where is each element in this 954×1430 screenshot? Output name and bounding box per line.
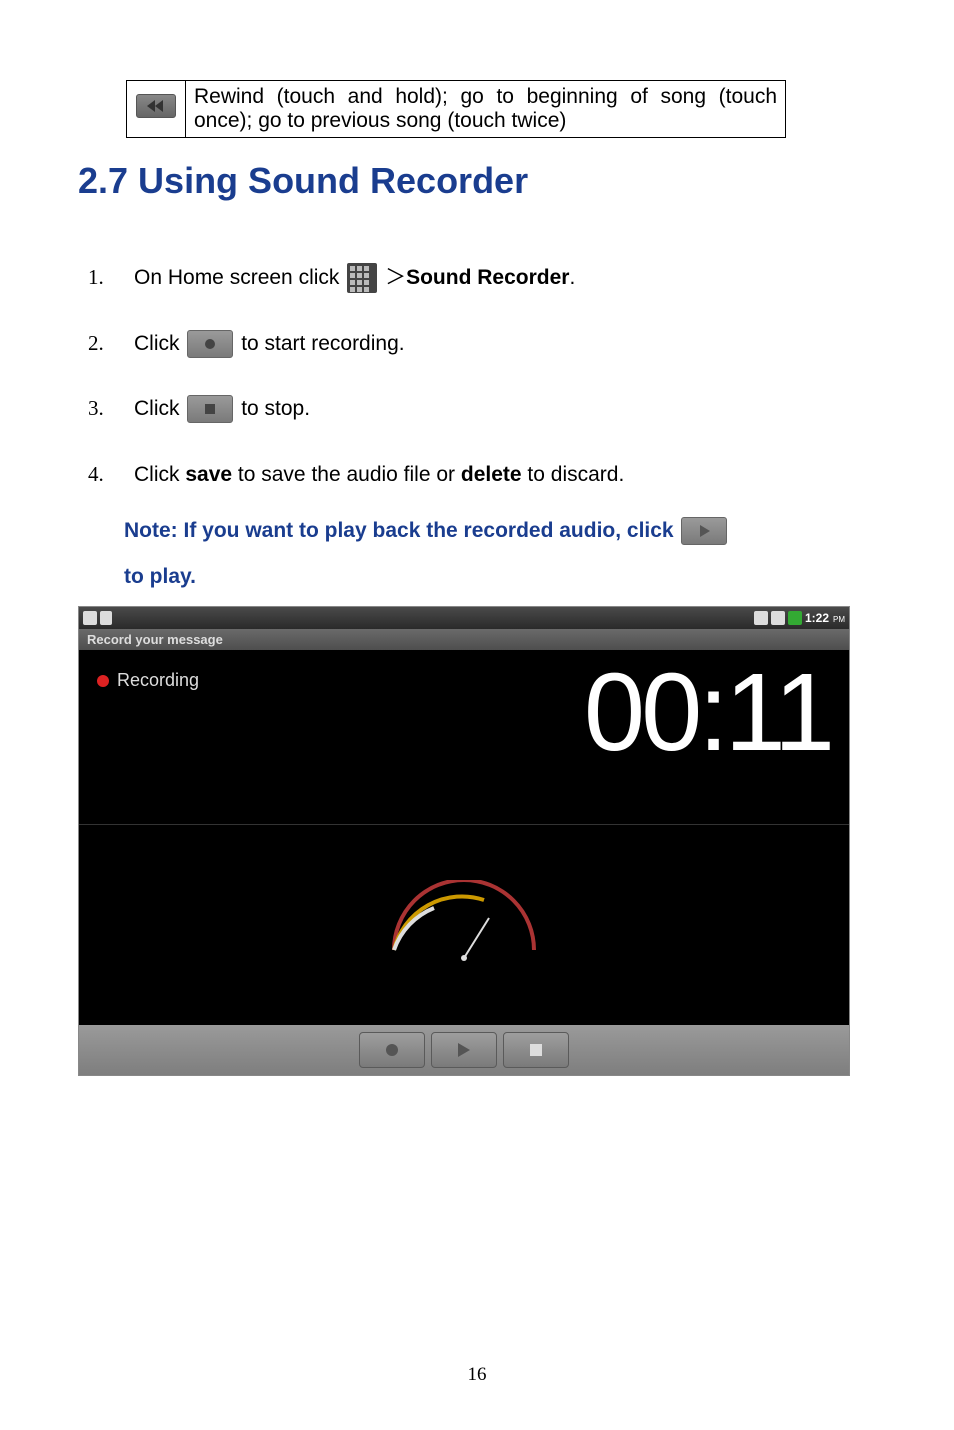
recorder-main-area: Recording 00:11: [79, 650, 849, 825]
recording-status-label: Recording: [117, 670, 199, 691]
note-text-a: Note: If you want to play back the recor…: [124, 519, 679, 542]
step-2-text-b: to start recording.: [241, 332, 404, 355]
step-number-4: 4.: [88, 459, 134, 491]
step-4-text-c: to save the audio file or: [232, 463, 461, 486]
record-icon: [386, 1044, 398, 1056]
status-left: [83, 611, 112, 625]
play-button[interactable]: [431, 1032, 497, 1068]
rewind-icon: [136, 94, 176, 118]
recorder-controls: [79, 1025, 849, 1075]
stop-button[interactable]: [503, 1032, 569, 1068]
signal-icon: [771, 611, 785, 625]
step-4-save: save: [185, 463, 232, 486]
stop-icon: [530, 1044, 542, 1056]
network-3g-icon: [754, 611, 768, 625]
step-3-text-a: Click: [134, 397, 185, 420]
recording-indicator-icon: [97, 675, 109, 687]
rewind-description: Rewind (touch and hold); go to beginning…: [186, 81, 786, 138]
status-right: 1:22 PM: [754, 611, 845, 625]
status-time-pm: PM: [833, 613, 845, 624]
rewind-icon-cell: [127, 81, 186, 138]
section-heading: 2.7 Using Sound Recorder: [78, 160, 876, 202]
step-1-text-d: .: [569, 266, 575, 289]
vu-meter-icon: [374, 880, 554, 970]
step-2-body: Click to start recording.: [134, 328, 876, 360]
note-block: Note: If you want to play back the recor…: [124, 508, 876, 600]
recording-timer: 00:11: [584, 658, 831, 768]
step-4-text-a: Click: [134, 463, 185, 486]
stop-button-icon: [187, 395, 233, 423]
step-4-body: Click save to save the audio file or del…: [134, 459, 876, 491]
sd-card-icon: [83, 611, 97, 625]
record-button-icon: [187, 330, 233, 358]
step-4-text-e: to discard.: [522, 463, 625, 486]
step-3-body: Click to stop.: [134, 393, 876, 425]
rewind-description-table: Rewind (touch and hold); go to beginning…: [126, 80, 786, 138]
step-3-text-b: to stop.: [241, 397, 310, 420]
page-number: 16: [0, 1364, 954, 1386]
record-button[interactable]: [359, 1032, 425, 1068]
apps-grid-icon: [347, 263, 377, 293]
status-time: 1:22: [805, 611, 829, 625]
battery-icon: [788, 611, 802, 625]
step-1-sound-recorder: Sound Recorder: [406, 266, 569, 289]
play-button-icon: [681, 517, 727, 545]
step-1-text-b: ＞: [385, 266, 406, 289]
usb-icon: [100, 611, 112, 625]
step-2-text-a: Click: [134, 332, 185, 355]
status-bar: 1:22 PM: [79, 607, 849, 629]
step-1-body: On Home screen click ＞Sound Recorder.: [134, 262, 876, 294]
step-number-1: 1.: [88, 262, 134, 294]
step-1-text-a: On Home screen click: [134, 266, 345, 289]
step-number-2: 2.: [88, 328, 134, 360]
note-text-b: to play.: [124, 565, 196, 588]
recorder-title-bar: Record your message: [79, 629, 849, 650]
vu-meter-area: [79, 825, 849, 1025]
play-icon: [458, 1043, 470, 1057]
step-number-3: 3.: [88, 393, 134, 425]
steps-list: 1. On Home screen click ＞Sound Recorder.…: [88, 262, 876, 490]
recorder-screenshot: 1:22 PM Record your message Recording 00…: [78, 606, 850, 1076]
step-4-delete: delete: [461, 463, 522, 486]
recording-status: Recording: [97, 670, 199, 691]
